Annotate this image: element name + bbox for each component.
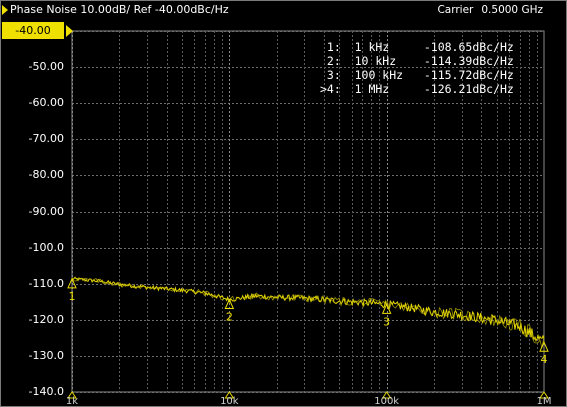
y-tick-label: -60.00	[28, 96, 64, 110]
x-tick-label: 1k	[66, 396, 78, 407]
reference-level-label[interactable]: -40.00	[2, 22, 64, 39]
marker-row[interactable]: 1: 1 kHz -108.65dBc/Hz	[320, 40, 514, 54]
x-tick-label: 100k	[374, 396, 399, 407]
y-tick-label: -140.0	[28, 385, 64, 398]
y-tick-label: -100.0	[28, 240, 64, 254]
carrier-readout: Carrier 0.5000 GHz	[437, 4, 543, 16]
y-tick-label: -50.00	[28, 60, 64, 74]
title-bar: Phase Noise 10.00dB/ Ref -40.00dBc/Hz Ca…	[0, 0, 567, 20]
carrier-label: Carrier	[437, 4, 474, 16]
y-tick-label: -110.0	[28, 276, 64, 290]
marker-row[interactable]: >4: 1 MHz -126.21dBc/Hz	[320, 82, 514, 96]
y-tick-label: -130.0	[28, 348, 64, 362]
carrier-value: 0.5000 GHz	[481, 4, 543, 16]
x-tick-label: 10k	[220, 396, 239, 407]
x-tick-label: 1M	[537, 396, 552, 407]
marker-readout-table: 1: 1 kHz -108.65dBc/Hz 2: 10 kHz -114.39…	[320, 40, 514, 96]
marker-label-3: 3	[383, 315, 390, 328]
marker-label-2: 2	[226, 311, 233, 324]
marker-label-4: 4	[541, 353, 548, 366]
y-tick-label: -70.00	[28, 132, 64, 146]
y-tick-label: -90.00	[28, 204, 64, 218]
trace-title[interactable]: Phase Noise 10.00dB/ Ref -40.00dBc/Hz	[2, 3, 229, 16]
active-trace-triangle-icon	[2, 4, 8, 15]
y-tick-label: -80.00	[28, 168, 64, 182]
reference-level-arrow-icon	[66, 25, 73, 37]
y-tick-label: -120.0	[28, 312, 64, 326]
marker-label-1: 1	[69, 290, 76, 303]
trace-label: Phase Noise 10.00dB/ Ref -40.00dBc/Hz	[10, 3, 229, 16]
phase-noise-trace	[71, 276, 545, 342]
marker-row[interactable]: 2: 10 kHz -114.39dBc/Hz	[320, 54, 514, 68]
marker-row[interactable]: 3: 100 kHz -115.72dBc/Hz	[320, 68, 514, 82]
